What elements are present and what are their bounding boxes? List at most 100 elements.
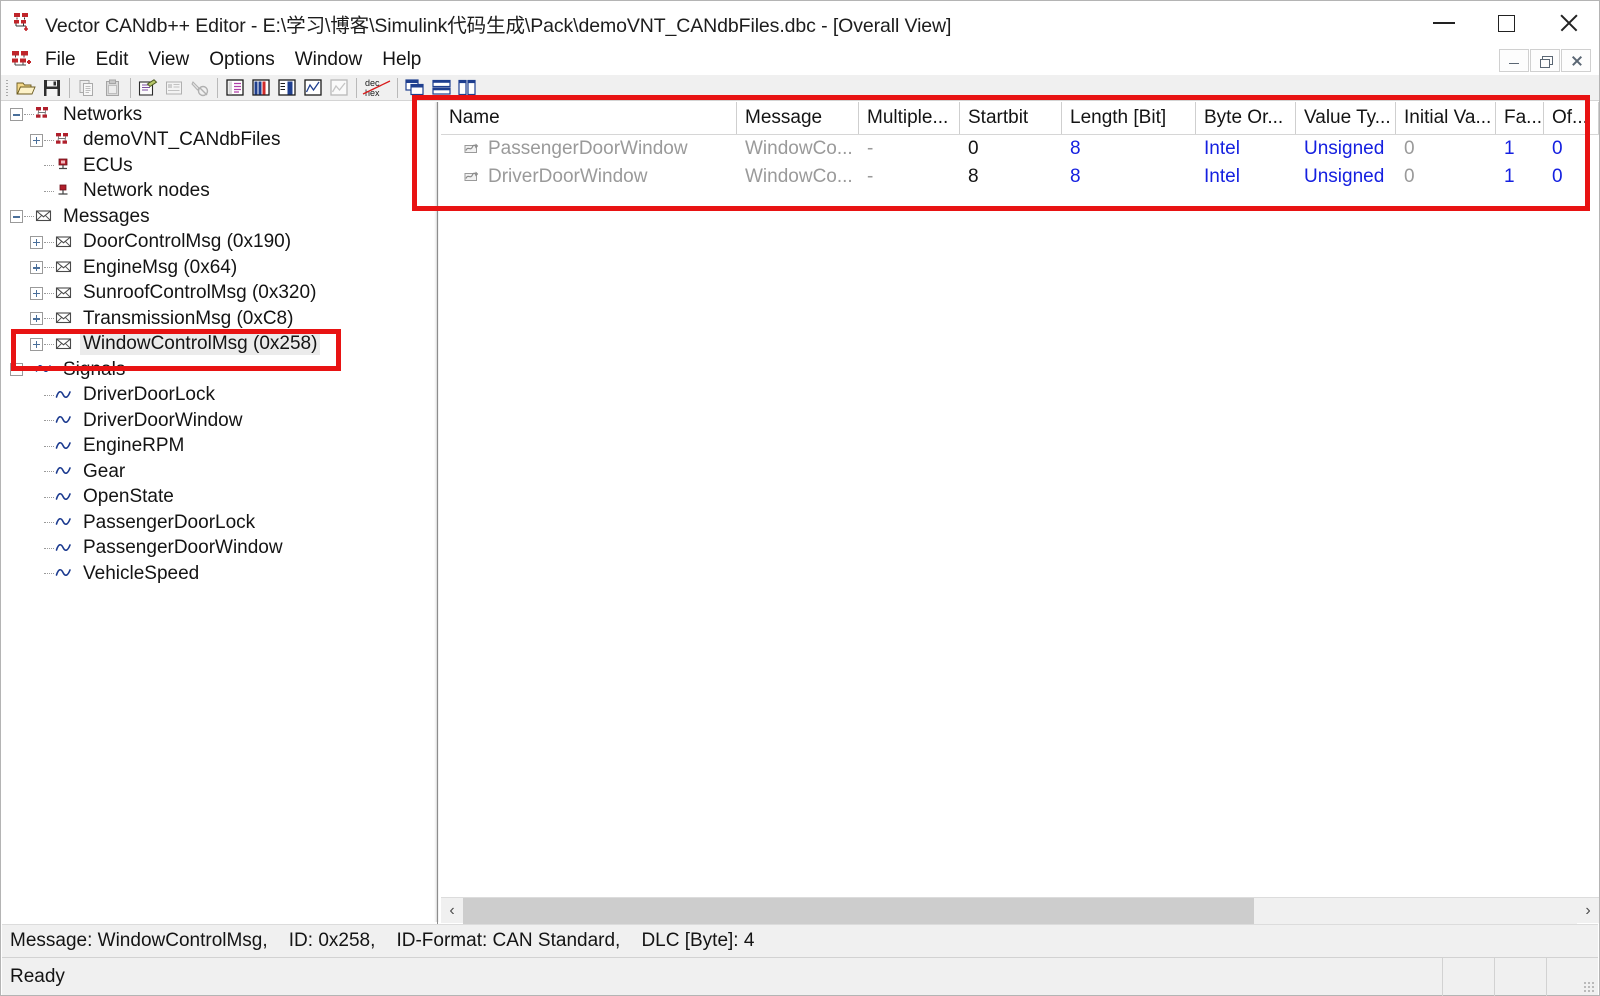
tree-item-enginerpm[interactable]: EngineRPM — [2, 434, 434, 460]
dec-hex-toggle-button[interactable]: dec hex — [361, 76, 393, 100]
collapse-minus-icon[interactable] — [10, 108, 23, 122]
grid-cell-length-bit[interactable]: 8 — [1062, 135, 1196, 163]
window-close-button[interactable] — [1537, 1, 1599, 45]
tree-item-passengerdoorlock[interactable]: PassengerDoorLock — [2, 510, 434, 536]
overall-view-button[interactable] — [326, 76, 352, 100]
grid-cell-startbit[interactable]: 0 — [960, 135, 1062, 163]
menu-item-window[interactable]: Window — [285, 47, 373, 73]
matrix-view-button[interactable] — [248, 76, 274, 100]
grid-cell-multiple[interactable]: - — [859, 163, 960, 191]
grid-cell-startbit[interactable]: 8 — [960, 163, 1062, 191]
grid-column-header-length-bit[interactable]: Length [Bit] — [1062, 102, 1196, 134]
scroll-right-arrow-icon[interactable]: › — [1577, 898, 1599, 924]
grid-row[interactable]: PassengerDoorWindow WindowCo... - 0 8 Intel Un… — [441, 135, 1599, 163]
object-tree[interactable]: Networks demoVNT_CANdbFiles ECUs Network no… — [2, 102, 434, 922]
mdi-minimize-button[interactable] — [1499, 49, 1529, 72]
consistency-check-button[interactable] — [187, 76, 213, 100]
grid-column-header-message[interactable]: Message — [737, 102, 859, 134]
tree-view-button[interactable] — [222, 76, 248, 100]
grid-column-header-name[interactable]: Name — [441, 102, 737, 134]
tree-item-signals[interactable]: Signals — [2, 357, 434, 383]
grid-cell-value-ty[interactable]: Unsigned — [1296, 163, 1396, 191]
grid-column-header-of[interactable]: Of... — [1544, 102, 1599, 134]
tile-vertical-button[interactable] — [454, 76, 480, 100]
tree-item-gear[interactable]: Gear — [2, 459, 434, 485]
grid-column-header-value-ty[interactable]: Value Ty... — [1296, 102, 1396, 134]
grid-column-header-initial-va[interactable]: Initial Va... — [1396, 102, 1496, 134]
grid-cell-initial-va[interactable]: 0 — [1396, 163, 1496, 191]
grid-body[interactable]: PassengerDoorWindow WindowCo... - 0 8 Intel Un… — [441, 135, 1599, 191]
grid-column-header-fa[interactable]: Fa... — [1496, 102, 1544, 134]
scroll-left-arrow-icon[interactable]: ‹ — [441, 898, 463, 924]
save-file-button[interactable] — [39, 76, 65, 100]
copy-button[interactable] — [74, 76, 100, 100]
grid-cell-multiple[interactable]: - — [859, 135, 960, 163]
paste-button[interactable] — [100, 76, 126, 100]
tree-item-enginemsg-0x64[interactable]: EngineMsg (0x64) — [2, 255, 434, 281]
resize-grip[interactable] — [1583, 981, 1595, 993]
expand-plus-icon[interactable] — [30, 261, 43, 275]
grid-cell-message[interactable]: WindowCo... — [737, 163, 859, 191]
tree-item-transmissionmsg-0xc8[interactable]: TransmissionMsg (0xC8) — [2, 306, 434, 332]
grid-cell-fa[interactable]: 1 — [1496, 163, 1544, 191]
expand-plus-icon[interactable] — [30, 312, 43, 326]
cascade-windows-button[interactable] — [402, 76, 428, 100]
tree-item-openstate[interactable]: OpenState — [2, 485, 434, 511]
scrollbar-thumb[interactable] — [463, 897, 1254, 924]
grid-cell-initial-va[interactable]: 0 — [1396, 135, 1496, 163]
tree-item-vehiclespeed[interactable]: VehicleSpeed — [2, 561, 434, 587]
table-view-button[interactable] — [274, 76, 300, 100]
tree-item-networks[interactable]: Networks — [2, 102, 434, 128]
expand-plus-icon[interactable] — [30, 235, 43, 249]
expand-plus-icon[interactable] — [30, 133, 43, 147]
tree-item-ecus[interactable]: ECUs — [2, 153, 434, 179]
grid-row[interactable]: DriverDoorWindow WindowCo... - 8 8 Intel Unsig… — [441, 163, 1599, 191]
grid-column-header-multiple[interactable]: Multiple... — [859, 102, 960, 134]
floppy-disk-icon — [44, 79, 60, 96]
grid-cell-value-ty[interactable]: Unsigned — [1296, 135, 1396, 163]
tree-item-network-nodes[interactable]: Network nodes — [2, 179, 434, 205]
tree-item-windowcontrolmsg-0x258[interactable]: WindowControlMsg (0x258) — [2, 332, 434, 358]
tree-item-demovnt-candbfiles[interactable]: demoVNT_CANdbFiles — [2, 128, 434, 154]
grid-cell-name[interactable]: PassengerDoorWindow — [441, 135, 737, 163]
grid-column-header-startbit[interactable]: Startbit — [960, 102, 1062, 134]
grid-cell-byte-or[interactable]: Intel — [1196, 163, 1296, 191]
tree-connector — [44, 343, 54, 345]
mdi-close-button[interactable] — [1561, 49, 1591, 72]
grid-cell-length-bit[interactable]: 8 — [1062, 163, 1196, 191]
tree-item-passengerdoorwindow[interactable]: PassengerDoorWindow — [2, 536, 434, 562]
collapse-minus-icon[interactable] — [10, 363, 23, 377]
tile-horizontal-button[interactable] — [428, 76, 454, 100]
tree-item-sunroofcontrolmsg-0x320[interactable]: SunroofControlMsg (0x320) — [2, 281, 434, 307]
menu-item-options[interactable]: Options — [199, 47, 284, 73]
grid-horizontal-scrollbar[interactable]: ‹ › — [441, 897, 1599, 924]
menu-item-view[interactable]: View — [138, 47, 199, 73]
grid-cell-of[interactable]: 0 — [1544, 135, 1599, 163]
expand-plus-icon[interactable] — [30, 337, 43, 351]
menu-item-help[interactable]: Help — [372, 47, 431, 73]
mdi-restore-button[interactable] — [1530, 49, 1560, 72]
collapse-minus-icon[interactable] — [10, 210, 23, 224]
grid-cell-message[interactable]: WindowCo... — [737, 135, 859, 163]
edit-object-button[interactable] — [135, 76, 161, 100]
object-details-button[interactable] — [161, 76, 187, 100]
expand-plus-icon[interactable] — [30, 286, 43, 300]
window-minimize-button[interactable] — [1413, 1, 1475, 45]
tree-item-doorcontrolmsg-0x190[interactable]: DoorControlMsg (0x190) — [2, 230, 434, 256]
grid-column-header-byte-or[interactable]: Byte Or... — [1196, 102, 1296, 134]
graph-view-button[interactable] — [300, 76, 326, 100]
tree-item-driverdoorwindow[interactable]: DriverDoorWindow — [2, 408, 434, 434]
scrollbar-track[interactable] — [463, 897, 1577, 924]
tree-item-messages[interactable]: Messages — [2, 204, 434, 230]
grid-cell-fa[interactable]: 1 — [1496, 135, 1544, 163]
open-file-button[interactable] — [13, 76, 39, 100]
signal-grid[interactable]: Name Message Multiple... Startbit Length [Bi… — [441, 102, 1599, 897]
grid-cell-name[interactable]: DriverDoorWindow — [441, 163, 737, 191]
window-maximize-button[interactable] — [1475, 1, 1537, 45]
grid-cell-of[interactable]: 0 — [1544, 163, 1599, 191]
menu-item-file[interactable]: File — [35, 47, 86, 73]
menu-item-edit[interactable]: Edit — [86, 47, 139, 73]
tree-item-driverdoorlock[interactable]: DriverDoorLock — [2, 383, 434, 409]
grid-cell-byte-or[interactable]: Intel — [1196, 135, 1296, 163]
toolbar-grip[interactable] — [4, 77, 11, 98]
